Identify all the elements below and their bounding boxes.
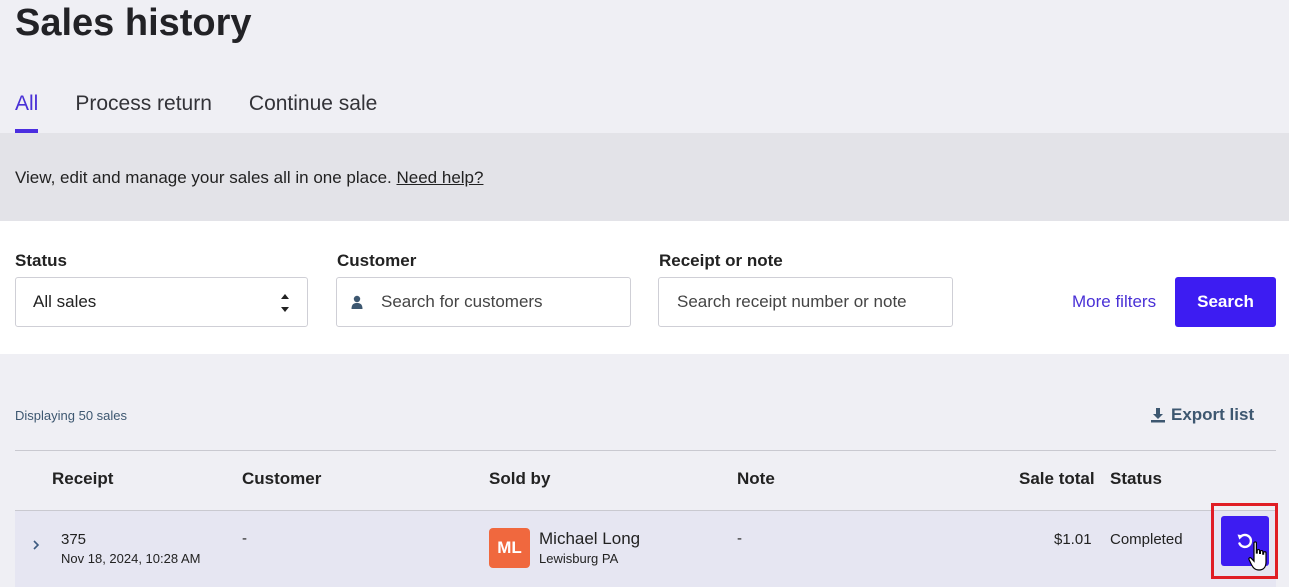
customer-search-input[interactable]: Search for customers bbox=[336, 277, 631, 327]
status-select[interactable]: All sales bbox=[15, 277, 308, 327]
filter-panel: Status All sales Customer Search for cus… bbox=[0, 221, 1289, 354]
person-icon bbox=[351, 295, 363, 309]
sale-total-value: $1.01 bbox=[1054, 531, 1092, 548]
column-header-sale-total: Sale total bbox=[1019, 469, 1095, 488]
need-help-link[interactable]: Need help? bbox=[397, 168, 484, 187]
download-icon bbox=[1151, 408, 1165, 423]
seller-location: Lewisburg PA bbox=[539, 551, 619, 566]
tab-bar: All Process return Continue sale bbox=[15, 90, 414, 133]
tab-process-return[interactable]: Process return bbox=[75, 90, 212, 133]
receipt-label: Receipt or note bbox=[659, 251, 783, 270]
note-value: - bbox=[737, 530, 742, 547]
status-select-value: All sales bbox=[33, 292, 97, 311]
customer-label: Customer bbox=[337, 251, 417, 270]
export-list-label: Export list bbox=[1171, 405, 1255, 424]
table-divider bbox=[15, 450, 1276, 451]
receipt-date: Nov 18, 2024, 10:28 AM bbox=[61, 551, 201, 566]
customer-value: - bbox=[242, 530, 247, 547]
export-list-button[interactable]: Export list bbox=[1150, 405, 1254, 425]
customer-search-placeholder: Search for customers bbox=[381, 292, 543, 311]
column-header-customer: Customer bbox=[242, 469, 322, 488]
info-banner: View, edit and manage your sales all in … bbox=[0, 133, 1289, 221]
column-header-status: Status bbox=[1110, 469, 1162, 488]
tab-continue-sale[interactable]: Continue sale bbox=[249, 90, 377, 133]
chevron-right-icon[interactable] bbox=[32, 538, 40, 556]
sales-count: Displaying 50 sales bbox=[15, 408, 128, 423]
search-button[interactable]: Search bbox=[1175, 277, 1276, 327]
page-title: Sales history bbox=[15, 2, 252, 44]
column-header-note: Note bbox=[737, 469, 775, 488]
avatar: ML bbox=[489, 528, 530, 568]
seller-name: Michael Long bbox=[539, 529, 641, 548]
tab-all[interactable]: All bbox=[15, 90, 39, 133]
column-header-receipt: Receipt bbox=[52, 469, 114, 488]
column-header-sold-by: Sold by bbox=[489, 469, 551, 488]
table-row[interactable] bbox=[15, 511, 1276, 587]
receipt-search-input[interactable]: Search receipt number or note bbox=[658, 277, 953, 327]
receipt-number: 375 bbox=[61, 531, 87, 548]
select-arrows-icon bbox=[280, 290, 290, 316]
status-label: Status bbox=[15, 251, 67, 270]
more-filters-link[interactable]: More filters bbox=[1072, 292, 1156, 312]
receipt-search-placeholder: Search receipt number or note bbox=[677, 292, 907, 311]
hand-cursor-icon bbox=[1248, 540, 1270, 579]
status-value: Completed bbox=[1110, 531, 1183, 548]
info-text: View, edit and manage your sales all in … bbox=[15, 168, 392, 187]
